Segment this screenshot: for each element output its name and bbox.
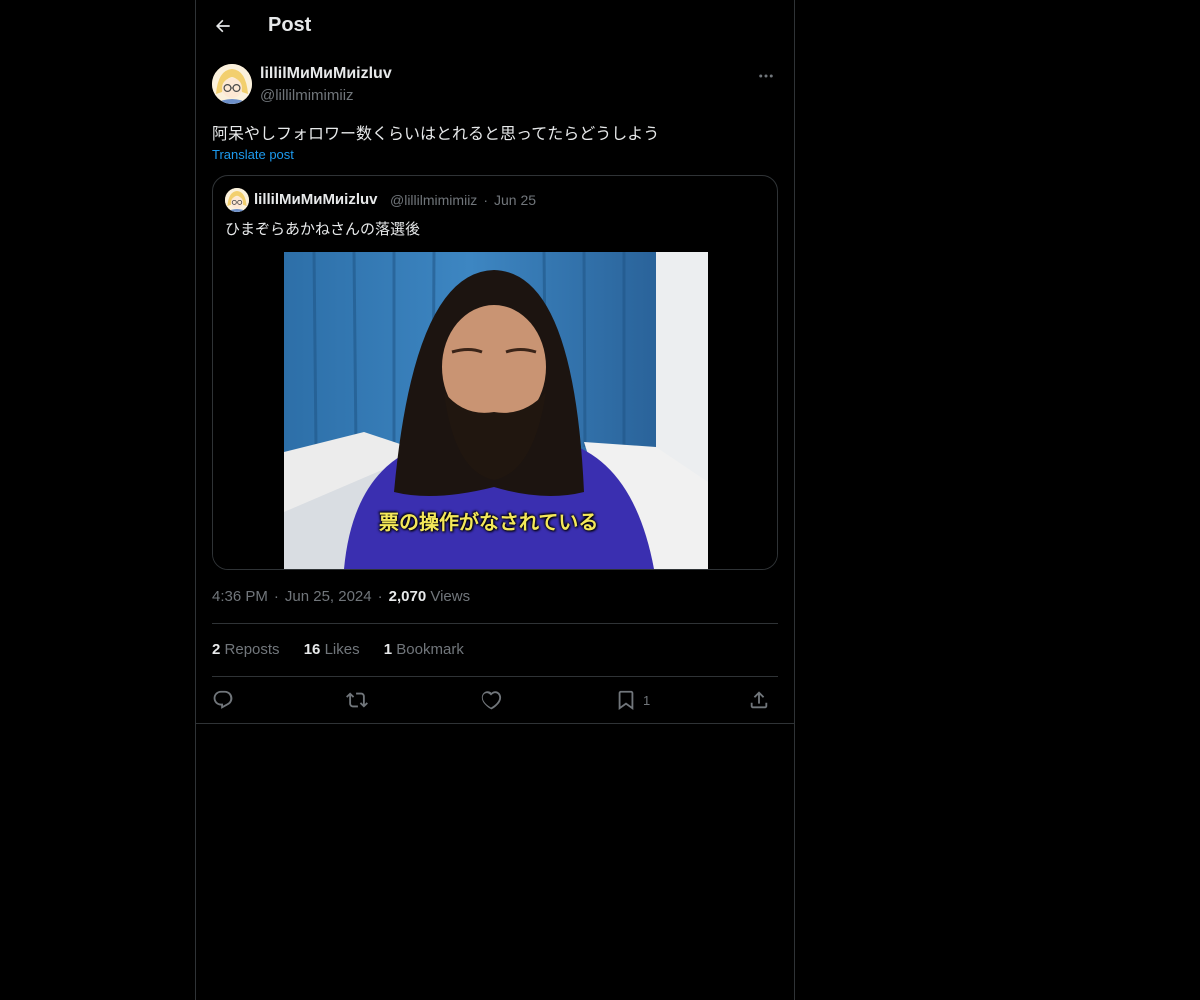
quoted-separator: · xyxy=(483,192,488,208)
like-button[interactable] xyxy=(480,686,502,714)
divider-end xyxy=(196,723,794,724)
translate-post-link[interactable]: Translate post xyxy=(212,147,294,162)
bookmark-button[interactable]: 1 xyxy=(615,686,650,714)
post-detail-column: Post lillilMиMиMиizluv @lillilmimimiiz 阿… xyxy=(195,0,795,1000)
page-title: Post xyxy=(268,14,312,36)
quoted-media[interactable]: 票の操作がなされている xyxy=(213,252,777,569)
more-icon xyxy=(759,74,773,78)
media-image: 票の操作がなされている xyxy=(284,252,708,569)
repost-icon xyxy=(346,692,368,708)
quoted-meta: @lillilmimimiiz · Jun 25 xyxy=(390,192,542,208)
repost-button[interactable] xyxy=(346,686,368,714)
reply-icon xyxy=(213,690,233,709)
share-button[interactable] xyxy=(748,686,770,714)
author-display-name[interactable]: lillilMиMиMиizluv xyxy=(260,65,392,83)
likes-stat[interactable]: 16 Likes xyxy=(304,641,360,658)
bookmarks-count: 1 xyxy=(383,641,393,658)
post-time[interactable]: 4:36 PM xyxy=(212,588,268,605)
back-button[interactable] xyxy=(206,9,240,43)
views-count: 2,070 xyxy=(388,588,427,605)
quoted-text: ひまぞらあかねさんの落選後 xyxy=(225,220,421,238)
bookmarks-stat[interactable]: 1 Bookmark xyxy=(384,641,464,658)
engagement-stats: 2 Reposts 16 Likes 1 Bookmark xyxy=(212,641,484,658)
more-options-button[interactable] xyxy=(754,64,778,88)
quoted-avatar xyxy=(225,188,249,212)
action-bar: 1 xyxy=(212,686,778,716)
reply-button[interactable] xyxy=(212,686,234,714)
quoted-handle: @lillilmimimiiz xyxy=(390,192,478,208)
post-timestamp-views: 4:36 PM · Jun 25, 2024 · 2,070 Views xyxy=(212,588,471,605)
likes-count: 16 xyxy=(303,641,321,658)
divider-bottom xyxy=(212,676,778,677)
bookmark-icon xyxy=(618,690,634,711)
post-author: lillilMиMиMиizluv @lillilmimimiiz xyxy=(212,64,778,108)
back-arrow-icon xyxy=(216,19,230,33)
reposts-stat[interactable]: 2 Reposts xyxy=(212,641,280,658)
divider-top xyxy=(212,623,778,624)
avatar[interactable] xyxy=(212,64,252,104)
share-icon xyxy=(750,691,768,709)
views-label: Views xyxy=(430,588,471,605)
post-date[interactable]: Jun 25, 2024 xyxy=(285,588,372,605)
author-handle[interactable]: @lillilmimimiiz xyxy=(260,87,354,104)
media-caption: 票の操作がなされている xyxy=(379,510,599,534)
likes-label: Likes xyxy=(324,641,360,658)
bookmark-count: 1 xyxy=(643,692,651,708)
avatar-image xyxy=(212,64,252,104)
post-text: 阿呆やしフォロワー数くらいはとれると思ってたらどうしよう xyxy=(212,124,660,143)
like-icon xyxy=(481,691,502,710)
reposts-label: Reposts xyxy=(224,641,280,658)
quoted-display-name: lillilMиMиMиizluv xyxy=(254,191,378,208)
quoted-date: Jun 25 xyxy=(493,192,537,208)
top-bar: Post xyxy=(196,0,794,53)
quoted-post[interactable]: lillilMиMиMиizluv @lillilmimimiiz · Jun 25… xyxy=(212,175,778,570)
reposts-count: 2 xyxy=(212,641,221,658)
bookmarks-label: Bookmark xyxy=(396,641,464,658)
